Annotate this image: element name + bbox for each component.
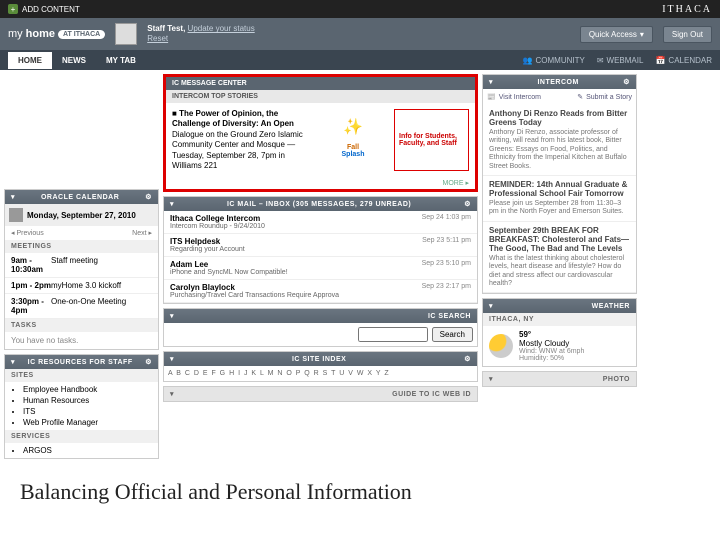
- gear-icon[interactable]: ⚙: [464, 355, 471, 363]
- sign-out-button[interactable]: Sign Out: [663, 26, 712, 43]
- services-label: SERVICES: [5, 430, 158, 443]
- resource-link[interactable]: Web Profile Manager: [23, 417, 152, 428]
- topbar: + ADD CONTENT ITHACA: [0, 0, 720, 18]
- message-center-panel: IC MESSAGE CENTER INTERCOM TOP STORIES ■…: [163, 74, 478, 192]
- cal-prev[interactable]: ◂ Previous: [11, 229, 44, 237]
- gear-icon[interactable]: ⚙: [145, 193, 152, 201]
- info-box[interactable]: Info for Students, Faculty, and Staff: [394, 109, 469, 171]
- inbox-item[interactable]: ITS HelpdeskRegarding your AccountSep 23…: [164, 234, 477, 257]
- cal-next[interactable]: Next ▸: [132, 229, 152, 237]
- firework-icon: ✨: [343, 117, 363, 137]
- msg-center-sub: INTERCOM TOP STORIES: [166, 90, 475, 103]
- nav-webmail[interactable]: ✉ WEBMAIL: [597, 56, 644, 65]
- calendar-header[interactable]: ▾ ORACLE CALENDAR⚙: [5, 190, 158, 204]
- update-status-link[interactable]: Update your status: [188, 24, 255, 33]
- brand-logo: ITHACA: [662, 4, 712, 15]
- resource-link[interactable]: ITS: [23, 406, 152, 417]
- inbox-item[interactable]: Ithaca College IntercomIntercom Roundup …: [164, 211, 477, 234]
- visit-intercom-link[interactable]: 📰 Visit Intercom: [487, 93, 541, 101]
- nav-community[interactable]: 👥 COMMUNITY: [523, 56, 585, 65]
- splash-promo[interactable]: ✨FallSplash: [318, 109, 388, 171]
- site-index-panel: ▾ IC SITE INDEX⚙ A B C D E F G H I J K L…: [163, 351, 478, 382]
- header: myhome AT ITHACA Staff Test, Update your…: [0, 18, 720, 50]
- tasks-empty: You have no tasks.: [5, 332, 158, 349]
- resource-link[interactable]: Employee Handbook: [23, 384, 152, 395]
- meeting-row[interactable]: 1pm - 2pmmyHome 3.0 kickoff: [5, 278, 158, 294]
- user-info: Staff Test, Update your status Reset: [147, 24, 570, 43]
- resources-panel: ▾ IC RESOURCES FOR STAFF⚙ SITES Employee…: [4, 354, 159, 459]
- nav-calendar[interactable]: 📅 CALENDAR: [655, 56, 712, 65]
- calendar-panel: ▾ ORACLE CALENDAR⚙ Monday, September 27,…: [4, 189, 159, 350]
- tab-mytab[interactable]: MY TAB: [96, 52, 146, 69]
- msg-center-title: IC MESSAGE CENTER: [166, 77, 475, 90]
- guide-panel: ▾ GUIDE TO IC WEB ID: [163, 386, 478, 402]
- sites-label: SITES: [5, 369, 158, 382]
- nav-bar: HOME NEWS MY TAB 👥 COMMUNITY ✉ WEBMAIL 📅…: [0, 50, 720, 70]
- weather-header[interactable]: ▾ WEATHER: [483, 299, 636, 313]
- intercom-header[interactable]: ▾ INTERCOM⚙: [483, 75, 636, 89]
- inbox-item[interactable]: Adam LeeiPhone and SyncML Now Compatible…: [164, 257, 477, 280]
- news-item[interactable]: Anthony Di Renzo Reads from Bitter Green…: [483, 105, 636, 176]
- add-content-label: ADD CONTENT: [22, 5, 80, 14]
- avatar[interactable]: [115, 23, 137, 45]
- news-item[interactable]: September 29th BREAK FOR BREAKFAST: Chol…: [483, 222, 636, 294]
- inbox-header[interactable]: ▾ IC MAIL – INBOX (305 MESSAGES, 279 UNR…: [164, 197, 477, 211]
- submit-story-link[interactable]: ✎ Submit a Story: [577, 93, 632, 101]
- photo-header[interactable]: ▾ PHOTO: [483, 372, 636, 386]
- meeting-row[interactable]: 3:30pm - 4pmOne-on-One Meeting: [5, 294, 158, 319]
- search-panel: ▾ IC SEARCH Search: [163, 308, 478, 347]
- inbox-item[interactable]: Carolyn BlaylockPurchasing/Travel Card T…: [164, 280, 477, 303]
- weather-icon: [489, 334, 513, 358]
- news-item[interactable]: REMINDER: 14th Annual Graduate & Profess…: [483, 176, 636, 222]
- search-button[interactable]: Search: [432, 327, 473, 342]
- calendar-date: Monday, September 27, 2010: [5, 204, 158, 226]
- resource-link[interactable]: ARGOS: [23, 445, 152, 456]
- plus-icon: +: [8, 4, 18, 14]
- guide-header[interactable]: ▾ GUIDE TO IC WEB ID: [164, 387, 477, 401]
- alpha-index[interactable]: A B C D E F G H I J K L M N O P Q R S T …: [164, 366, 477, 381]
- search-input[interactable]: [358, 327, 428, 342]
- calendar-icon: [9, 208, 23, 222]
- resource-link[interactable]: Human Resources: [23, 395, 152, 406]
- intercom-panel: ▾ INTERCOM⚙ 📰 Visit Intercom ✎ Submit a …: [482, 74, 637, 294]
- tab-home[interactable]: HOME: [8, 52, 52, 69]
- site-logo[interactable]: myhome AT ITHACA: [8, 28, 105, 40]
- content-area: ▾ ORACLE CALENDAR⚙ Monday, September 27,…: [0, 70, 720, 467]
- weather-panel: ▾ WEATHER ITHACA, NY 59° Mostly Cloudy W…: [482, 298, 637, 367]
- top-story[interactable]: ■ The Power of Opinion, the Challenge of…: [172, 109, 312, 171]
- photo-panel: ▾ PHOTO: [482, 371, 637, 387]
- gear-icon[interactable]: ⚙: [145, 358, 152, 366]
- meeting-row[interactable]: 9am - 10:30amStaff meeting: [5, 253, 158, 278]
- more-link[interactable]: MORE ▸: [166, 177, 475, 189]
- weather-location: ITHACA, NY: [483, 313, 636, 326]
- tasks-label: TASKS: [5, 319, 158, 332]
- meetings-label: MEETINGS: [5, 240, 158, 253]
- quick-access-button[interactable]: Quick Access ▾: [580, 26, 653, 43]
- tab-news[interactable]: NEWS: [52, 52, 96, 69]
- gear-icon[interactable]: ⚙: [464, 200, 471, 208]
- reset-link[interactable]: Reset: [147, 34, 168, 43]
- inbox-panel: ▾ IC MAIL – INBOX (305 MESSAGES, 279 UNR…: [163, 196, 478, 304]
- site-index-header[interactable]: ▾ IC SITE INDEX⚙: [164, 352, 477, 366]
- gear-icon[interactable]: ⚙: [623, 78, 630, 86]
- resources-header[interactable]: ▾ IC RESOURCES FOR STAFF⚙: [5, 355, 158, 369]
- slide-caption: Balancing Official and Personal Informat…: [0, 467, 720, 517]
- add-content-button[interactable]: + ADD CONTENT: [8, 4, 80, 14]
- search-header[interactable]: ▾ IC SEARCH: [164, 309, 477, 323]
